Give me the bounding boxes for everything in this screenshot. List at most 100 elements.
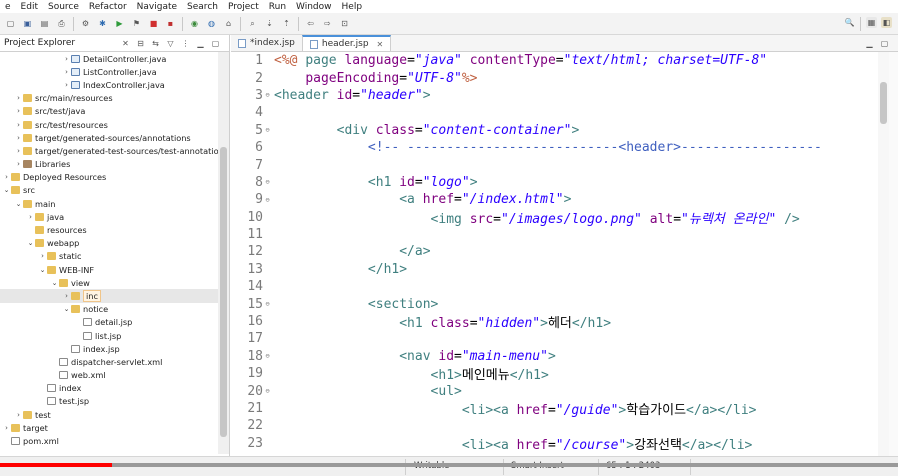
menu-search[interactable]: Search [182, 2, 223, 12]
minimize-icon[interactable]: ▁ [195, 38, 206, 49]
forward-icon[interactable]: ⇨ [322, 18, 333, 29]
code-line[interactable]: 21 <li><a href="/guide">학습가이드</a></li> [231, 400, 879, 418]
expanded-twisty-icon[interactable]: ⌄ [50, 279, 59, 287]
code-line[interactable]: 15 ⊖ <section> [231, 295, 879, 312]
collapsed-twisty-icon[interactable]: › [14, 411, 23, 419]
tab-index-jsp[interactable]: *index.jsp [231, 35, 302, 51]
collapsed-twisty-icon[interactable]: › [2, 173, 11, 181]
scrollbar-thumb[interactable] [880, 82, 887, 124]
tree-item[interactable]: index.jsp [0, 342, 218, 355]
maximize-icon[interactable]: ▢ [210, 38, 221, 49]
maximize-icon[interactable]: ▢ [879, 38, 890, 49]
collapsed-twisty-icon[interactable]: › [14, 160, 23, 168]
tree-item[interactable]: › ListController.java [0, 65, 218, 78]
fold-toggle-icon[interactable]: ⊖ [263, 387, 272, 395]
tab-header-jsp[interactable]: header.jsp ✕ [301, 35, 392, 51]
code-line[interactable]: 17 [231, 330, 879, 347]
fold-toggle-icon[interactable]: ⊖ [263, 91, 272, 99]
tree-item[interactable]: › DetailController.java [0, 52, 218, 65]
menu-navigate[interactable]: Navigate [132, 2, 182, 12]
tree-scrollbar[interactable] [218, 52, 229, 454]
tree-item[interactable]: dispatcher-servlet.xml [0, 355, 218, 368]
tree-item[interactable]: list.jsp [0, 329, 218, 342]
close-icon[interactable]: ✕ [120, 38, 131, 49]
code-line[interactable]: 19 <h1>메인메뉴</h1> [231, 365, 879, 383]
tree-item[interactable]: ⌄ notice [0, 303, 218, 316]
expanded-twisty-icon[interactable]: ⌄ [38, 266, 47, 274]
menu-e[interactable]: e [0, 2, 16, 12]
tree-item[interactable]: › Deployed Resources [0, 171, 218, 184]
build-icon[interactable]: ⚙ [80, 18, 91, 29]
code-line[interactable]: 9 ⊖ <a href="/index.html"> [231, 191, 879, 208]
tree-item[interactable]: › target [0, 421, 218, 434]
code-line[interactable]: 12 </a> [231, 243, 879, 260]
tree-item[interactable]: ⌄ main [0, 197, 218, 210]
collapsed-twisty-icon[interactable]: › [38, 252, 47, 260]
tree-item[interactable]: › target/generated-test-sources/test-anno… [0, 144, 218, 157]
tree-item[interactable]: › test [0, 408, 218, 421]
tree-item[interactable]: resources [0, 223, 218, 236]
tree-item[interactable]: ⌄ WEB-INF [0, 263, 218, 276]
code-line[interactable]: 7 [231, 156, 879, 173]
pin-icon[interactable]: ⊡ [339, 18, 350, 29]
close-tab-icon[interactable]: ✕ [377, 40, 384, 49]
fold-toggle-icon[interactable]: ⊖ [263, 196, 272, 204]
tree-item[interactable]: › IndexController.java [0, 78, 218, 91]
code-line[interactable]: 6 <!-- ---------------------------<heade… [231, 139, 879, 156]
menu-edit[interactable]: Edit [16, 2, 43, 12]
expanded-twisty-icon[interactable]: ⌄ [2, 186, 11, 194]
expanded-twisty-icon[interactable]: ⌄ [62, 305, 71, 313]
menu-project[interactable]: Project [223, 2, 264, 12]
tree-item[interactable]: › src/main/resources [0, 92, 218, 105]
collapsed-twisty-icon[interactable]: › [14, 147, 23, 155]
perspective-icon[interactable]: ▦ [866, 17, 877, 28]
menu-help[interactable]: Help [337, 2, 368, 12]
collapse-all-icon[interactable]: ⊟ [135, 38, 146, 49]
code-line[interactable]: 23 <li><a href="/course">강좌선택</a></li> [231, 435, 879, 453]
open-type-icon[interactable]: ⌂ [223, 18, 234, 29]
menu-refactor[interactable]: Refactor [84, 2, 132, 12]
project-explorer-tab[interactable]: Project Explorer ✕ ⊟ ⇆ ▽ ⋮ ▁ ▢ [0, 35, 229, 52]
code-line[interactable]: 4 [231, 104, 879, 121]
tree-item[interactable]: web.xml [0, 369, 218, 382]
new-icon[interactable]: ▢ [5, 18, 16, 29]
save-icon[interactable]: ▣ [22, 18, 33, 29]
menu-run[interactable]: Run [264, 2, 291, 12]
search-icon[interactable]: 🔍 [844, 17, 855, 28]
tree-item[interactable]: detail.jsp [0, 316, 218, 329]
menu-source[interactable]: Source [43, 2, 84, 12]
view-menu-icon[interactable]: ⋮ [180, 38, 191, 49]
tree-item[interactable]: › Libraries [0, 158, 218, 171]
tree-item[interactable]: index [0, 382, 218, 395]
collapsed-twisty-icon[interactable]: › [2, 424, 11, 432]
code-line[interactable]: 10 <img src="/images/logo.png" alt="뉴렉처 … [231, 209, 879, 227]
prev-annotation-icon[interactable]: ⇡ [281, 18, 292, 29]
back-icon[interactable]: ⇦ [305, 18, 316, 29]
code-line[interactable]: 20 ⊖ <ul> [231, 382, 879, 399]
tree-item[interactable]: › static [0, 250, 218, 263]
collapsed-twisty-icon[interactable]: › [14, 94, 23, 102]
fold-toggle-icon[interactable]: ⊖ [263, 352, 272, 360]
terminate-icon[interactable]: ▪ [165, 18, 176, 29]
collapsed-twisty-icon[interactable]: › [14, 121, 23, 129]
collapsed-twisty-icon[interactable]: › [14, 134, 23, 142]
tree-item[interactable]: pom.xml [0, 434, 218, 447]
video-progress-bar[interactable] [0, 463, 898, 467]
tree-item[interactable]: ⌄ src [0, 184, 218, 197]
code-line[interactable]: 5 ⊖ <div class="content-container"> [231, 122, 879, 139]
code-text[interactable]: 1 <%@ page language="java" contentType="t… [231, 52, 879, 456]
link-with-editor-icon[interactable]: ⇆ [150, 38, 161, 49]
tree-item[interactable]: › java [0, 210, 218, 223]
save-all-icon[interactable]: ▤ [39, 18, 50, 29]
collapsed-twisty-icon[interactable]: › [14, 107, 23, 115]
tree-item[interactable]: › target/generated-sources/annotations [0, 131, 218, 144]
run-external-icon[interactable]: ⚑ [131, 18, 142, 29]
collapsed-twisty-icon[interactable]: › [62, 292, 71, 300]
print-icon[interactable]: ⎙ [56, 18, 67, 29]
stop-icon[interactable]: ■ [148, 18, 159, 29]
search-icon[interactable]: ⌕ [247, 18, 258, 29]
web-icon[interactable]: ◍ [206, 18, 217, 29]
next-annotation-icon[interactable]: ⇣ [264, 18, 275, 29]
minimize-icon[interactable]: ▁ [864, 38, 875, 49]
code-line[interactable]: 3 ⊖ <header id="header"> [231, 87, 879, 104]
